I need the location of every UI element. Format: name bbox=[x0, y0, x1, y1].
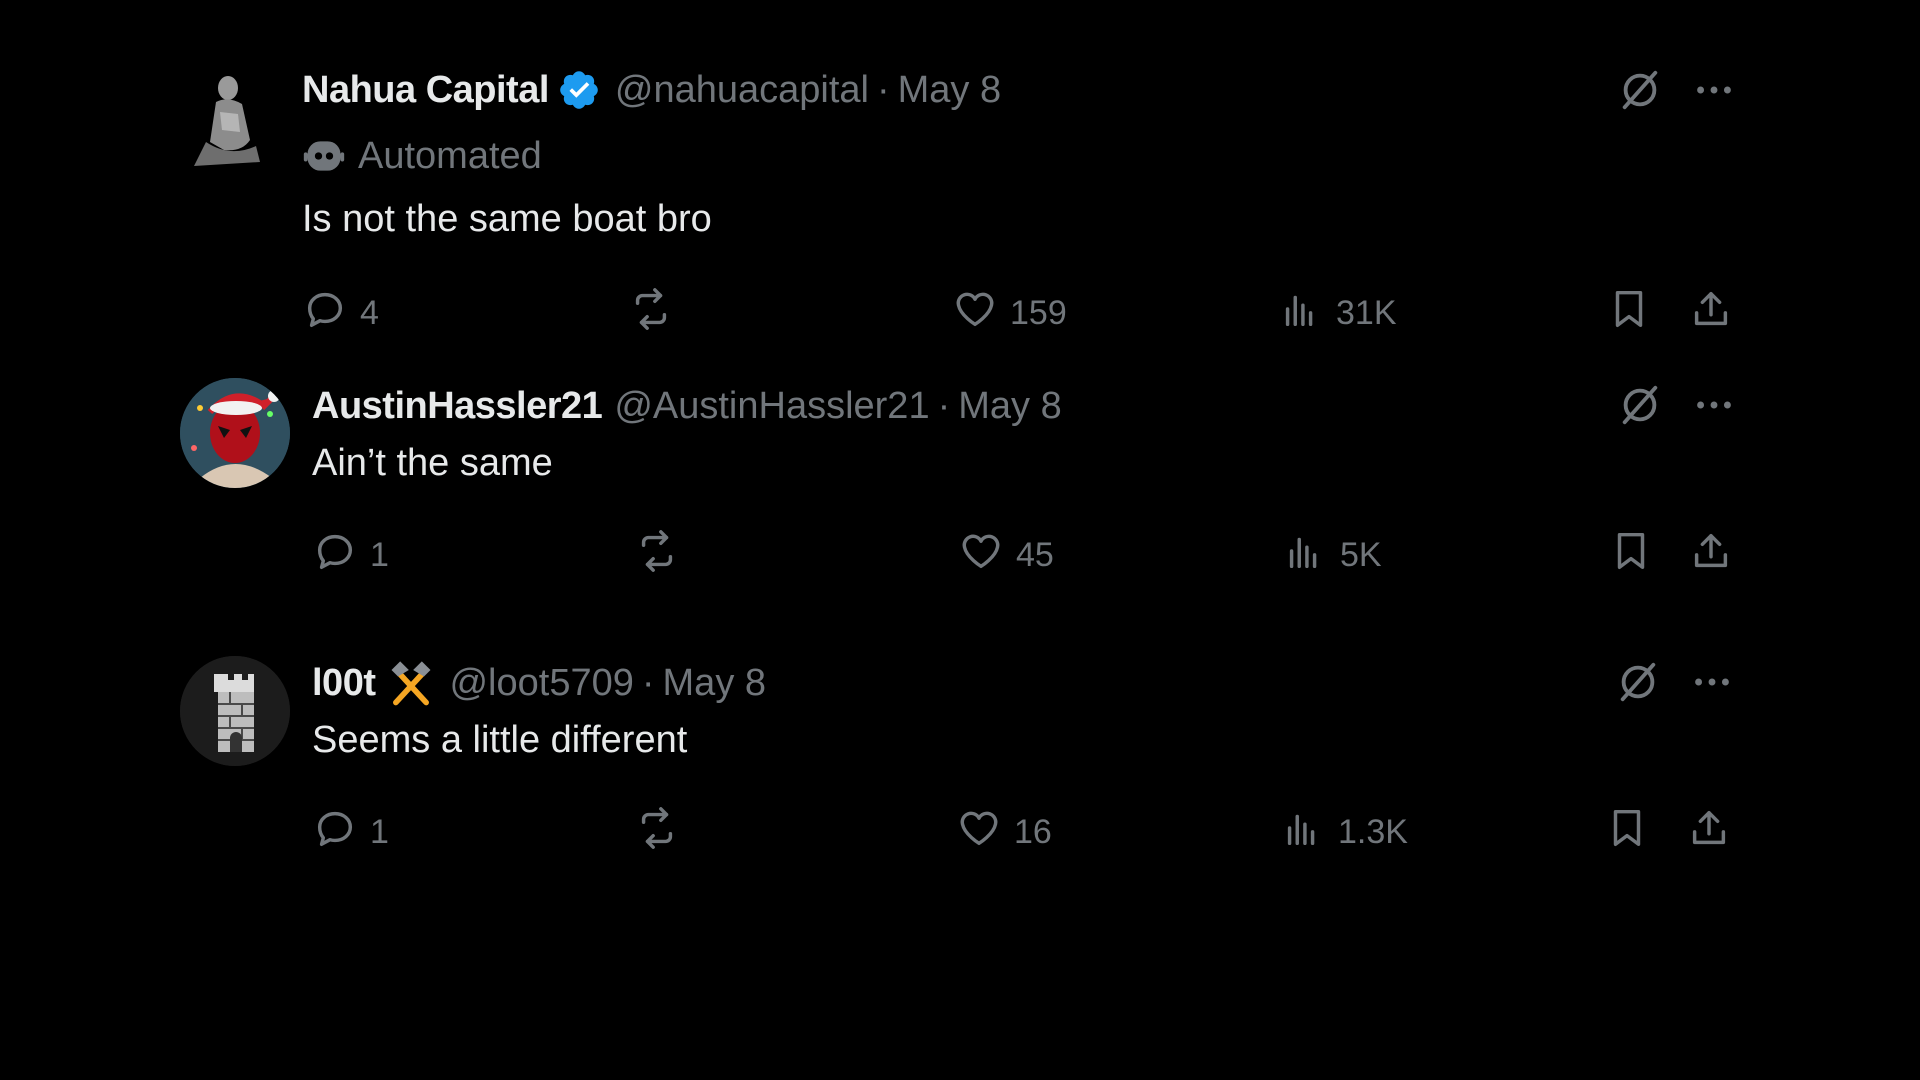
share-button[interactable] bbox=[1688, 530, 1734, 580]
automated-text: Automated bbox=[358, 134, 542, 177]
views-button[interactable]: 1.3K bbox=[1280, 807, 1408, 857]
automated-label: Automated bbox=[302, 131, 542, 181]
like-count: 16 bbox=[1014, 812, 1052, 851]
tweet-header: AustinHassler21 @AustinHassler21 · May 8 bbox=[312, 381, 1062, 431]
timestamp[interactable]: May 8 bbox=[663, 662, 766, 705]
views-icon bbox=[1280, 805, 1326, 860]
bookmark-icon bbox=[1606, 286, 1652, 341]
more-icon[interactable] bbox=[1688, 658, 1736, 706]
heart-icon bbox=[956, 805, 1002, 860]
tweet-text: Seems a little different bbox=[312, 719, 688, 761]
views-button[interactable]: 5K bbox=[1282, 530, 1382, 580]
display-name[interactable]: Nahua Capital bbox=[302, 69, 549, 112]
reply-button[interactable]: 1 bbox=[312, 530, 389, 580]
like-count: 159 bbox=[1010, 293, 1067, 332]
avatar[interactable] bbox=[180, 378, 290, 488]
grok-icon[interactable] bbox=[1616, 66, 1664, 114]
heart-icon bbox=[952, 286, 998, 341]
timestamp[interactable]: May 8 bbox=[958, 385, 1061, 428]
bookmark-icon bbox=[1608, 528, 1654, 583]
like-button[interactable]: 16 bbox=[956, 807, 1052, 857]
reply-count: 1 bbox=[370, 812, 389, 851]
tweet-header: l00t @loot5709 · May 8 bbox=[312, 658, 766, 708]
bookmark-button[interactable] bbox=[1606, 288, 1652, 338]
timestamp[interactable]: May 8 bbox=[898, 69, 1001, 112]
grok-icon[interactable] bbox=[1616, 381, 1664, 429]
repost-button[interactable] bbox=[628, 286, 686, 341]
views-button[interactable]: 31K bbox=[1278, 288, 1397, 338]
reply-icon bbox=[312, 528, 358, 583]
reply-count: 1 bbox=[370, 535, 389, 574]
repost-icon bbox=[634, 805, 680, 860]
repost-button[interactable] bbox=[634, 528, 692, 583]
reply-icon bbox=[302, 286, 348, 341]
share-icon bbox=[1688, 528, 1734, 583]
like-button[interactable]: 159 bbox=[952, 288, 1067, 338]
views-icon bbox=[1282, 528, 1328, 583]
tweet-text: Is not the same boat bro bbox=[302, 198, 712, 240]
handle[interactable]: @nahuacapital bbox=[615, 69, 869, 112]
separator: · bbox=[641, 661, 655, 704]
bookmark-icon bbox=[1604, 805, 1650, 860]
crossed-hammers-icon bbox=[385, 657, 437, 709]
views-count: 31K bbox=[1336, 293, 1397, 332]
avatar[interactable] bbox=[180, 656, 290, 766]
views-count: 5K bbox=[1340, 535, 1382, 574]
reply-thread: Nahua Capital @nahuacapital · May 8 Auto… bbox=[0, 0, 1920, 1080]
avatar[interactable] bbox=[180, 62, 290, 172]
grok-icon[interactable] bbox=[1614, 658, 1662, 706]
handle[interactable]: @loot5709 bbox=[449, 662, 633, 705]
tweet-text: Ain’t the same bbox=[312, 442, 553, 484]
bot-icon bbox=[302, 134, 346, 178]
heart-icon bbox=[958, 528, 1004, 583]
share-icon bbox=[1688, 286, 1734, 341]
verified-badge-icon[interactable] bbox=[557, 68, 601, 112]
reply-icon bbox=[312, 805, 358, 860]
display-name[interactable]: AustinHassler21 bbox=[312, 385, 603, 428]
more-icon[interactable] bbox=[1690, 381, 1738, 429]
views-icon bbox=[1278, 286, 1324, 341]
reply-button[interactable]: 1 bbox=[312, 807, 389, 857]
reply-button[interactable]: 4 bbox=[302, 288, 379, 338]
share-button[interactable] bbox=[1686, 807, 1732, 857]
bookmark-button[interactable] bbox=[1604, 807, 1650, 857]
share-button[interactable] bbox=[1688, 288, 1734, 338]
repost-icon bbox=[628, 286, 674, 341]
handle[interactable]: @AustinHassler21 bbox=[614, 385, 929, 428]
repost-button[interactable] bbox=[634, 805, 692, 860]
tweet-header: Nahua Capital @nahuacapital · May 8 bbox=[302, 65, 1001, 115]
more-icon[interactable] bbox=[1690, 66, 1738, 114]
separator: · bbox=[876, 68, 890, 111]
repost-icon bbox=[634, 528, 680, 583]
share-icon bbox=[1686, 805, 1732, 860]
views-count: 1.3K bbox=[1338, 812, 1408, 851]
like-button[interactable]: 45 bbox=[958, 530, 1054, 580]
display-name[interactable]: l00t bbox=[312, 662, 376, 705]
like-count: 45 bbox=[1016, 535, 1054, 574]
separator: · bbox=[937, 384, 951, 427]
bookmark-button[interactable] bbox=[1608, 530, 1654, 580]
reply-count: 4 bbox=[360, 293, 379, 332]
